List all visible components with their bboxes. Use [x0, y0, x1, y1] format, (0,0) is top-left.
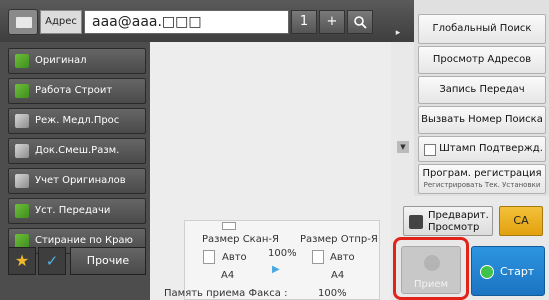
address-review-button[interactable]: Просмотр Адресов	[418, 46, 546, 74]
program-sublabel: Регистрировать Тек. Установки	[423, 181, 541, 189]
global-address-search-button[interactable]: Глобальный Поиск Адреса	[418, 14, 546, 62]
transmit-settings-icon	[15, 204, 29, 218]
receive-icon	[424, 255, 440, 271]
edge-erase-label: Стирание по Краю	[35, 235, 133, 246]
send-paper-icon	[312, 250, 324, 264]
edge-erase-icon	[15, 234, 29, 248]
receive-button[interactable]: Прием	[401, 246, 461, 294]
call-search-number-button[interactable]: Вызвать Номер Поиска	[418, 106, 546, 134]
address-label-button[interactable]: Адрес	[40, 10, 82, 34]
address-book-icon-button[interactable]	[8, 9, 38, 35]
scanner-icon	[222, 222, 236, 230]
original-count-icon	[15, 174, 29, 188]
scroll-down-icon[interactable]: ▼	[397, 141, 409, 153]
add-destination-button[interactable]: +	[319, 10, 345, 34]
slow-scan-icon	[15, 114, 29, 128]
clear-all-button[interactable]: CA	[499, 206, 543, 236]
job-build-label: Работа Строит	[35, 85, 113, 96]
transmit-settings-button[interactable]: Уст. Передачи	[8, 198, 146, 224]
program-label: Програм. регистрация	[422, 168, 542, 179]
preview-label-line2: Просмотр	[428, 222, 480, 233]
check-icon[interactable]: ✓	[38, 247, 66, 275]
original-count-label: Учет Оригиналов	[35, 175, 126, 186]
program-registration-button[interactable]: Програм. регистрация Регистрировать Тек.…	[418, 164, 546, 194]
preview-label-line1: Предварит.	[428, 210, 489, 221]
other-button[interactable]: Прочие	[70, 247, 146, 275]
address-input[interactable]: aaa@aaa.□□□	[84, 10, 289, 34]
stamp-label: Штамп Подтвержд.	[439, 143, 543, 154]
start-icon	[480, 265, 494, 279]
search-button[interactable]	[347, 10, 373, 34]
original-document-icon	[15, 54, 29, 68]
address-bar: Адрес aaa@aaa.□□□ 1 +	[0, 0, 414, 42]
address-card-icon	[16, 17, 32, 28]
send-paper-value: А4	[331, 270, 345, 281]
collapse-side-panel-icon[interactable]: ▸	[391, 28, 405, 44]
transmit-settings-label: Уст. Передачи	[35, 205, 111, 216]
preview-button[interactable]: Предварит. Просмотр	[403, 206, 493, 236]
original-button[interactable]: Оригинал	[8, 48, 146, 74]
slow-scan-button[interactable]: Реж. Медл.Прос	[8, 108, 146, 134]
mixed-size-button[interactable]: Док.Смеш.Разм.	[8, 138, 146, 164]
sending-history-button[interactable]: Запись Передач	[418, 76, 546, 104]
ratio-value: 100%	[268, 248, 297, 259]
scan-paper-icon	[203, 250, 215, 264]
slow-scan-label: Реж. Медл.Прос	[35, 115, 120, 126]
job-build-icon	[15, 84, 29, 98]
send-size-label: Размер Отпр-Я	[300, 234, 378, 245]
search-icon	[354, 16, 367, 29]
scan-auto-value: Авто	[222, 252, 247, 263]
receive-label: Прием	[413, 279, 449, 290]
send-auto-value: Авто	[330, 252, 355, 263]
start-label: Старт	[500, 265, 535, 278]
job-build-button[interactable]: Работа Строит	[8, 78, 146, 104]
verification-stamp-toggle[interactable]: Штамп Подтвержд.	[418, 136, 546, 162]
mixed-size-icon	[15, 144, 29, 158]
original-label: Оригинал	[35, 55, 87, 66]
fax-memory-label: Память приема Факса :	[164, 288, 288, 299]
scan-size-label: Размер Скан-Я	[202, 234, 279, 245]
stamp-checkbox[interactable]	[424, 144, 436, 156]
favorite-star-icon[interactable]: ★	[8, 247, 36, 275]
preview-icon	[409, 215, 423, 229]
destination-counter[interactable]: 1	[291, 10, 317, 34]
fax-memory-value: 100%	[318, 288, 347, 299]
scan-paper-value: А4	[221, 270, 235, 281]
start-button[interactable]: Старт	[471, 246, 545, 296]
mixed-size-label: Док.Смеш.Разм.	[35, 145, 120, 156]
original-count-button[interactable]: Учет Оригиналов	[8, 168, 146, 194]
arrow-right-icon: ▶	[272, 264, 280, 275]
